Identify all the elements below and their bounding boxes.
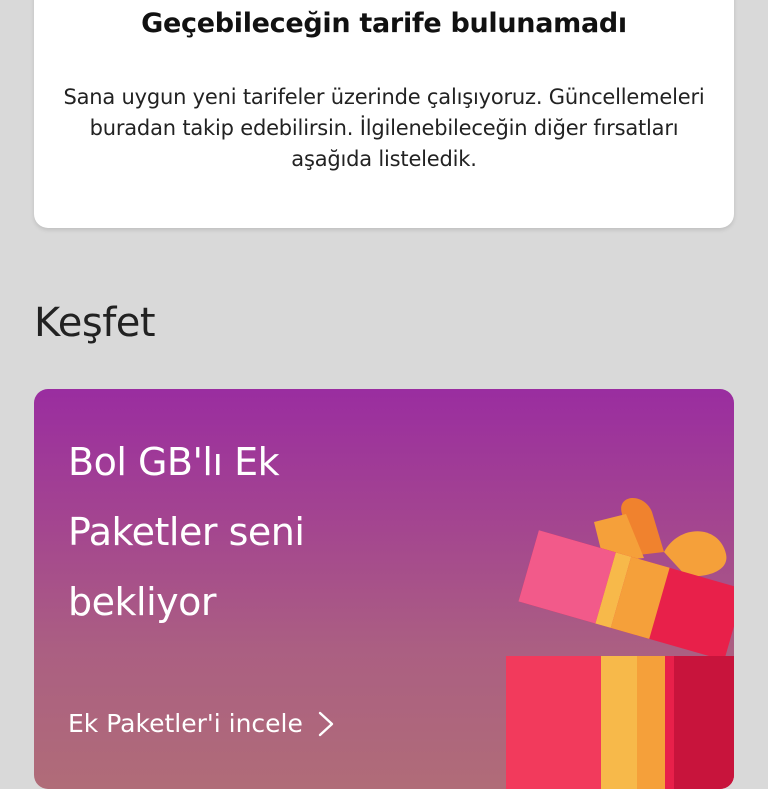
promo-link[interactable]: Ek Paketler'i incele: [68, 709, 335, 738]
promo-headline: Bol GB'lı Ek Paketler seni bekliyor: [68, 440, 305, 624]
explore-section-title: Keşfet: [34, 300, 156, 346]
chevron-right-icon[interactable]: [317, 711, 335, 737]
promo-card[interactable]: Bol GB'lı Ek Paketler seni bekliyor Ek P…: [34, 389, 734, 789]
info-description: Sana uygun yeni tarifeler üzerinde çalış…: [63, 85, 705, 171]
info-card: Geçebileceğin tarife bulunamadı Sana uyg…: [34, 0, 734, 228]
promo-link-label[interactable]: Ek Paketler'i incele: [68, 709, 303, 738]
info-title: Geçebileceğin tarife bulunamadı: [141, 8, 627, 39]
gift-box-icon: [504, 494, 734, 789]
